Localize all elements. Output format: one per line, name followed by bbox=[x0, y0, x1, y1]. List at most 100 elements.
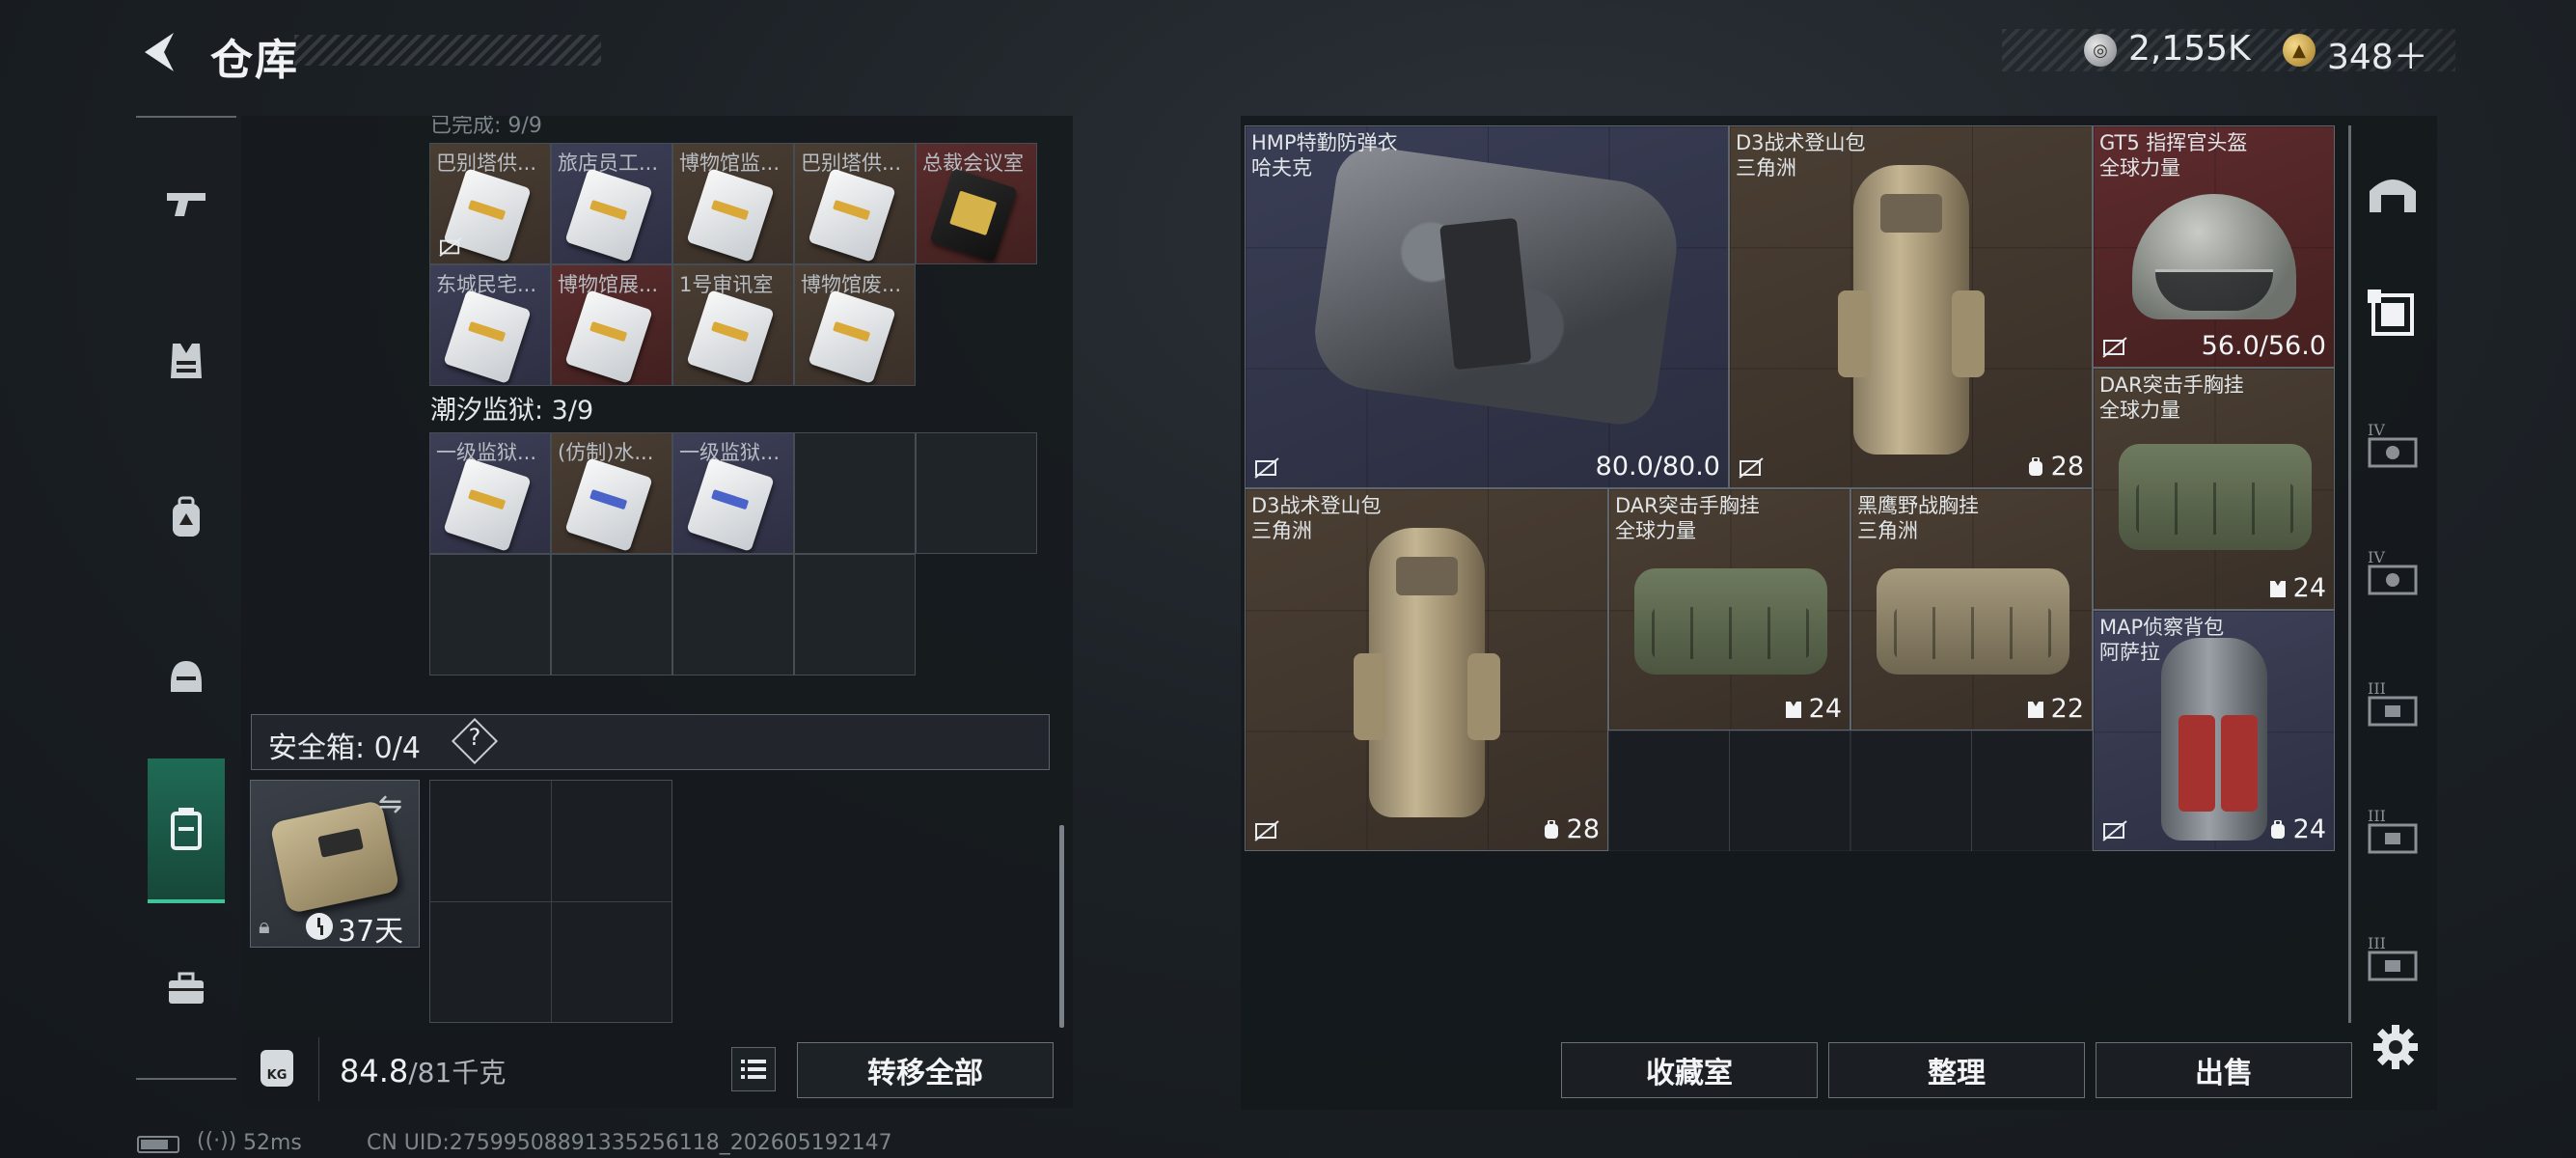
swap-icon[interactable]: ⇋ bbox=[378, 787, 402, 821]
collection-room-button[interactable]: 收藏室 bbox=[1561, 1042, 1818, 1098]
no-favorite-icon bbox=[2102, 337, 2127, 358]
tab-tier-iii-2[interactable]: III bbox=[2364, 801, 2422, 859]
rig-capacity-icon bbox=[2269, 581, 2286, 597]
page-title: 仓库 bbox=[210, 36, 299, 85]
tier-iii-storage-icon-2: III bbox=[2368, 807, 2418, 854]
keycard-slot[interactable]: 博物馆监... bbox=[672, 143, 794, 264]
keycard-slot[interactable]: 旅店员工... bbox=[551, 143, 672, 264]
category-header: 已完成: 9/9 bbox=[430, 114, 542, 138]
keycard-icon bbox=[686, 290, 775, 384]
chest-rig-image bbox=[1877, 568, 2069, 675]
weight-max: /81千克 bbox=[408, 1057, 507, 1089]
keycard-slot[interactable]: 东城民宅... bbox=[429, 264, 551, 386]
keycard-slot[interactable]: 总裁会议室 bbox=[916, 143, 1037, 264]
armor-vest-image bbox=[1307, 142, 1685, 429]
empty-slot[interactable] bbox=[794, 554, 916, 676]
svg-text:III: III bbox=[2368, 807, 2386, 825]
weight-current: 84.8 bbox=[340, 1053, 409, 1089]
keycard-slot[interactable]: 一级监狱... bbox=[429, 432, 551, 554]
list-view-button[interactable] bbox=[731, 1047, 776, 1091]
chest-rig-image bbox=[2119, 444, 2312, 550]
gun-icon bbox=[167, 193, 206, 216]
tab-safehouse[interactable] bbox=[2364, 164, 2422, 222]
storage-item-backpack[interactable]: MAP侦察背包 阿萨拉 24 bbox=[2093, 610, 2335, 851]
capacity-value: 24 bbox=[2268, 573, 2326, 603]
back-arrow-icon bbox=[145, 33, 174, 71]
empty-slot[interactable] bbox=[672, 554, 794, 676]
nav-supplies[interactable] bbox=[148, 950, 225, 1027]
item-label: 总裁会议室 bbox=[922, 152, 1024, 175]
storage-item-chest-rig[interactable]: 黑鹰野战胸挂 三角洲 22 bbox=[1850, 488, 2093, 731]
keycard-slot[interactable]: 1号审讯室 bbox=[672, 264, 794, 386]
nav-divider bbox=[136, 1078, 236, 1080]
keycard-slot[interactable]: 博物馆展... bbox=[551, 264, 672, 386]
empty-slot[interactable] bbox=[551, 554, 672, 676]
weight-icon: KG bbox=[260, 1050, 293, 1087]
safe-box-label: 安全箱: 0/4 bbox=[268, 731, 421, 765]
no-favorite-icon bbox=[1254, 820, 1279, 841]
nav-helmets[interactable] bbox=[148, 637, 225, 714]
storage-item-helmet[interactable]: GT5 指挥官头盔 全球力量 56.0/56.0 bbox=[2093, 125, 2335, 368]
keycard-slot[interactable]: 巴别塔供... bbox=[794, 143, 916, 264]
clock-icon bbox=[306, 913, 333, 940]
scrollbar[interactable] bbox=[1059, 825, 1064, 1028]
item-label: 巴别塔供... bbox=[436, 152, 537, 175]
nav-containers[interactable] bbox=[148, 758, 225, 903]
storage-item-chest-rig[interactable]: DAR突击手胸挂 全球力量 24 bbox=[1608, 488, 1850, 731]
sell-button[interactable]: 出售 bbox=[2096, 1042, 2352, 1098]
container-icon bbox=[171, 808, 202, 850]
organize-button[interactable]: 整理 bbox=[1828, 1042, 2085, 1098]
title-decoration bbox=[294, 35, 601, 66]
gear-icon bbox=[2373, 1025, 2418, 1069]
item-name: DAR突击手胸挂 全球力量 bbox=[1615, 494, 1760, 542]
battery-icon bbox=[137, 1136, 179, 1153]
premium-coin-icon: ▲ bbox=[2283, 34, 2316, 67]
safe-box-empty-slots[interactable] bbox=[429, 780, 672, 1023]
tier-iii-storage-icon-1: III bbox=[2368, 679, 2418, 727]
divider bbox=[318, 1037, 319, 1101]
transfer-all-button[interactable]: 转移全部 bbox=[797, 1042, 1054, 1098]
backpack-image bbox=[1838, 165, 1969, 455]
coin-icon: ◎ bbox=[2084, 34, 2117, 67]
item-label: 旅店员工... bbox=[558, 152, 659, 175]
currency-value: 2,155K bbox=[2128, 29, 2251, 69]
storage-item-backpack[interactable]: D3战术登山包 三角洲 28 bbox=[1245, 488, 1608, 851]
svg-text:IV: IV bbox=[2368, 548, 2385, 566]
tab-tier-iv-1[interactable]: IV bbox=[2364, 415, 2422, 473]
rig-capacity-icon bbox=[1785, 702, 1801, 718]
empty-slot[interactable] bbox=[916, 432, 1037, 554]
empty-slot[interactable] bbox=[429, 554, 551, 676]
keycard-slot[interactable]: 巴别塔供... bbox=[429, 143, 551, 264]
durability-value: 80.0/80.0 bbox=[1595, 452, 1720, 482]
empty-slot[interactable] bbox=[794, 432, 916, 554]
keycard-slot[interactable]: 博物馆废... bbox=[794, 264, 916, 386]
wifi-icon: ((·)) bbox=[197, 1129, 237, 1153]
capacity-value: 28 bbox=[2026, 452, 2084, 482]
tab-tier-iii-1[interactable]: III bbox=[2364, 674, 2422, 731]
keycard-icon bbox=[443, 457, 532, 552]
premium-currency-value[interactable]: 348＋ bbox=[2327, 29, 2428, 79]
item-label: 一级监狱... bbox=[436, 441, 537, 464]
help-mark: ? bbox=[468, 724, 481, 751]
keycard-icon bbox=[929, 168, 1018, 262]
settings-button[interactable] bbox=[2371, 1023, 2420, 1071]
tab-storage[interactable] bbox=[2364, 286, 2422, 344]
storage-item-chest-rig[interactable]: DAR突击手胸挂 全球力量 24 bbox=[2093, 368, 2335, 610]
storage-tab-icon bbox=[2368, 290, 2414, 336]
tab-tier-iii-3[interactable]: III bbox=[2364, 928, 2422, 986]
storage-item-vest[interactable]: HMP特勤防弹衣 哈夫克 80.0/80.0 bbox=[1245, 125, 1729, 488]
section-label: 潮汐监狱: 3/9 bbox=[430, 396, 594, 426]
nav-weapons[interactable] bbox=[148, 164, 225, 241]
keycard-icon bbox=[686, 457, 775, 552]
storage-item-backpack[interactable]: D3战术登山包 三角洲 28 bbox=[1729, 125, 2093, 488]
nav-armor[interactable] bbox=[148, 322, 225, 400]
back-button[interactable] bbox=[135, 27, 181, 77]
backpack-capacity-icon bbox=[2028, 457, 2042, 476]
no-favorite-icon bbox=[1739, 457, 1764, 479]
nav-backpacks[interactable] bbox=[148, 480, 225, 557]
tab-tier-iv-2[interactable]: IV bbox=[2364, 542, 2422, 600]
keycard-slot[interactable]: 一级监狱... bbox=[672, 432, 794, 554]
item-label: 一级监狱... bbox=[679, 441, 781, 464]
backpack-image bbox=[2161, 638, 2267, 841]
keycard-slot[interactable]: (仿制)水... bbox=[551, 432, 672, 554]
